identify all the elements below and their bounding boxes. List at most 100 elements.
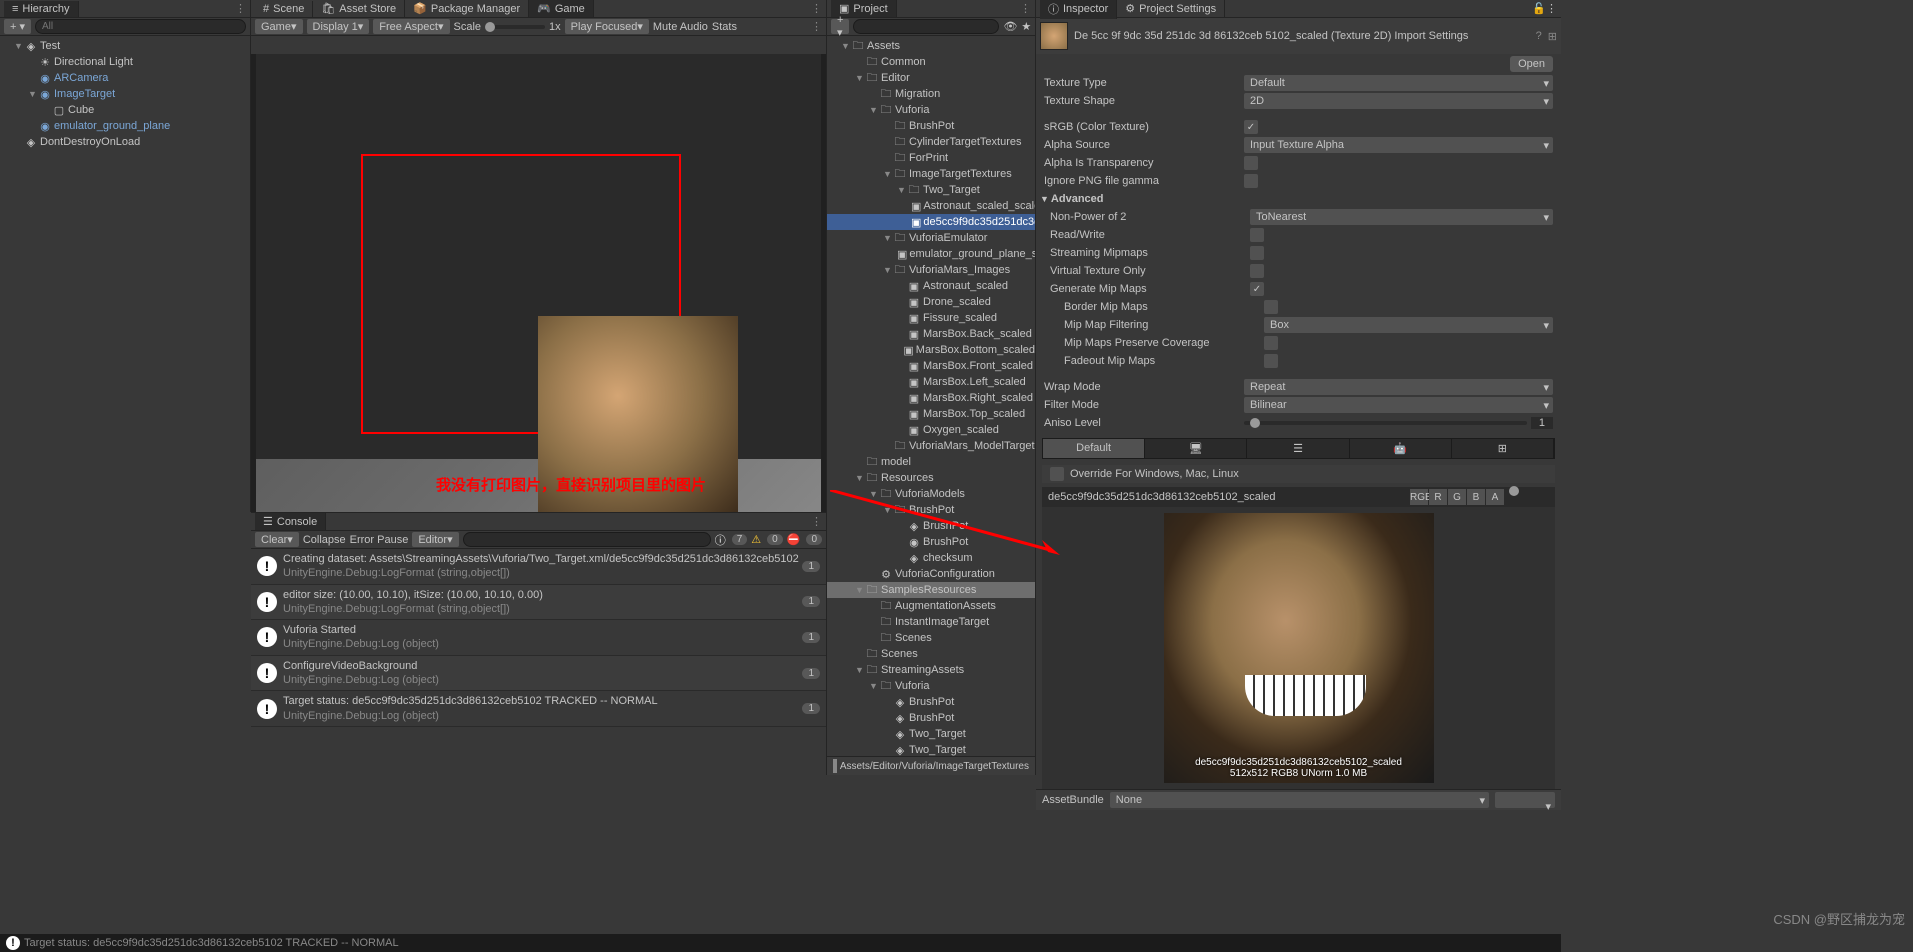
project-item[interactable]: ▼🗀Vuforia [827,102,1035,118]
platform-tab-windows[interactable]: ⊞ [1452,439,1554,458]
project-item[interactable]: ▣MarsBox.Front_scaled [827,358,1035,374]
panel-menu-icon[interactable]: ⋮ [1546,2,1557,15]
project-item[interactable]: ▣de5cc9f9dc35d251dc3d861 [827,214,1035,230]
streaming-checkbox[interactable] [1250,246,1264,260]
srgb-checkbox[interactable] [1244,120,1258,134]
npot-dropdown[interactable]: ToNearest [1250,209,1553,225]
project-item[interactable]: ▼🗀VuforiaEmulator [827,230,1035,246]
assetbundle-dropdown[interactable]: None [1110,792,1489,808]
play-focused-dropdown[interactable]: Play Focused ▾ [565,19,649,34]
display-dropdown[interactable]: Display 1 ▾ [307,19,370,34]
tab-scene[interactable]: # Scene [255,1,313,17]
aniso-value[interactable]: 1 [1531,417,1553,429]
panel-menu-icon[interactable]: ⋮ [811,2,822,15]
project-item[interactable]: 🗀ForPrint [827,150,1035,166]
project-breadcrumb[interactable]: Assets/Editor/Vuforia/ImageTargetTexture… [827,756,1035,775]
channel-a-button[interactable]: A [1486,489,1504,505]
genmip-checkbox[interactable] [1250,282,1264,296]
project-item[interactable]: ▣MarsBox.Back_scaled [827,326,1035,342]
fadeout-checkbox[interactable] [1264,354,1278,368]
assetbundle-variant-dropdown[interactable] [1495,792,1555,808]
project-search-input[interactable] [853,19,999,34]
project-item[interactable]: 🗀InstantImageTarget [827,614,1035,630]
project-item[interactable]: ⚙VuforiaConfiguration [827,566,1035,582]
lock-icon[interactable]: 🔓 [1532,2,1546,15]
mip-slider[interactable] [1509,489,1549,493]
info-icon[interactable]: ⓘ [715,532,726,548]
scale-slider[interactable] [485,25,545,29]
project-item[interactable]: ◈Two_Target [827,742,1035,756]
project-item[interactable]: ▼🗀Assets [827,38,1035,54]
hierarchy-item[interactable]: ☀Directional Light [0,54,250,70]
console-entry[interactable]: !Vuforia StartedUnityEngine.Debug:Log (o… [251,620,826,656]
project-item[interactable]: ▣emulator_ground_plane_scal [827,246,1035,262]
readwrite-checkbox[interactable] [1250,228,1264,242]
project-item[interactable]: ▼🗀Resources [827,470,1035,486]
tab-game[interactable]: 🎮 Game [529,0,594,17]
inspector-tab[interactable]: ⓘ Inspector [1040,0,1117,19]
hierarchy-item[interactable]: ▼◉ImageTarget [0,86,250,102]
project-item[interactable]: 🗀Migration [827,86,1035,102]
project-item[interactable]: ▼🗀Two_Target [827,182,1035,198]
project-item[interactable]: ◈checksum [827,550,1035,566]
platform-tab-server[interactable]: ☰ [1247,439,1349,458]
project-item[interactable]: ▣MarsBox.Left_scaled [827,374,1035,390]
tab-asset-store[interactable]: 🛍 Asset Store [313,0,405,17]
project-item[interactable]: ▣Drone_scaled [827,294,1035,310]
project-item[interactable]: 🗀CylinderTargetTextures [827,134,1035,150]
project-item[interactable]: ▣Oxygen_scaled [827,422,1035,438]
texture-type-dropdown[interactable]: Default [1244,75,1553,91]
alpha-trans-checkbox[interactable] [1244,156,1258,170]
project-item[interactable]: ▣Astronaut_scaled_scaled [827,198,1035,214]
filter-icon[interactable]: 👁 [1003,20,1017,33]
project-item[interactable]: ◈BrushPot [827,710,1035,726]
create-dropdown[interactable]: + ▾ [831,19,849,34]
border-checkbox[interactable] [1264,300,1278,314]
override-checkbox[interactable] [1050,467,1064,481]
project-item[interactable]: ◈Two_Target [827,726,1035,742]
platform-tab-standalone[interactable]: 🖥 [1145,439,1247,458]
hierarchy-search-input[interactable] [35,19,246,34]
project-item[interactable]: ▼🗀VuforiaMars_Images [827,262,1035,278]
advanced-section-header[interactable]: Advanced [1036,190,1561,208]
hierarchy-item[interactable]: ▢Cube [0,102,250,118]
wrap-dropdown[interactable]: Repeat [1244,379,1553,395]
project-item[interactable]: ▼🗀Vuforia [827,678,1035,694]
platform-tab-android[interactable]: 🤖 [1350,439,1452,458]
error-pause-toggle[interactable]: Error Pause [350,534,409,546]
preset-icon[interactable]: ⊞ [1548,30,1557,43]
project-item[interactable]: ▼🗀VuforiaModels [827,486,1035,502]
project-settings-tab[interactable]: ⚙ Project Settings [1117,0,1225,17]
error-icon[interactable]: ⛔ [787,533,801,546]
channel-rgb-button[interactable]: RGB [1410,489,1428,505]
project-item[interactable]: 🗀Scenes [827,630,1035,646]
project-item[interactable]: ▣MarsBox.Right_scaled [827,390,1035,406]
aspect-dropdown[interactable]: Free Aspect ▾ [373,19,449,34]
project-item[interactable]: 🗀VuforiaMars_ModelTarget [827,438,1035,454]
favorite-icon[interactable]: ★ [1021,20,1031,33]
project-item[interactable]: ▼🗀BrushPot [827,502,1035,518]
console-entry[interactable]: !ConfigureVideoBackgroundUnityEngine.Deb… [251,656,826,692]
help-icon[interactable]: ? [1536,30,1542,42]
console-tab[interactable]: ☰ Console [255,513,326,530]
hierarchy-item[interactable]: ◈DontDestroyOnLoad [0,134,250,150]
console-search-input[interactable] [463,532,711,547]
gizmos-menu-icon[interactable]: ⋮ [811,20,822,33]
warn-icon[interactable]: ⚠ [751,533,761,546]
project-item[interactable]: ▼🗀SamplesResources [827,582,1035,598]
project-item[interactable]: ▣MarsBox.Bottom_scaled [827,342,1035,358]
alpha-source-dropdown[interactable]: Input Texture Alpha [1244,137,1553,153]
create-dropdown[interactable]: + ▾ [4,19,31,34]
stats-toggle[interactable]: Stats [712,21,737,33]
project-item[interactable]: ◈BrushPot [827,518,1035,534]
project-item[interactable]: ▼🗀StreamingAssets [827,662,1035,678]
project-item[interactable]: ◉BrushPot [827,534,1035,550]
hierarchy-item[interactable]: ◉emulator_ground_plane [0,118,250,134]
channel-r-button[interactable]: R [1429,489,1447,505]
project-item[interactable]: ▼🗀ImageTargetTextures [827,166,1035,182]
editor-dropdown[interactable]: Editor ▾ [412,532,458,547]
project-item[interactable]: 🗀Scenes [827,646,1035,662]
mipfilter-dropdown[interactable]: Box [1264,317,1553,333]
game-mode-dropdown[interactable]: Game ▾ [255,19,303,34]
hierarchy-item[interactable]: ▼◈Test [0,38,250,54]
